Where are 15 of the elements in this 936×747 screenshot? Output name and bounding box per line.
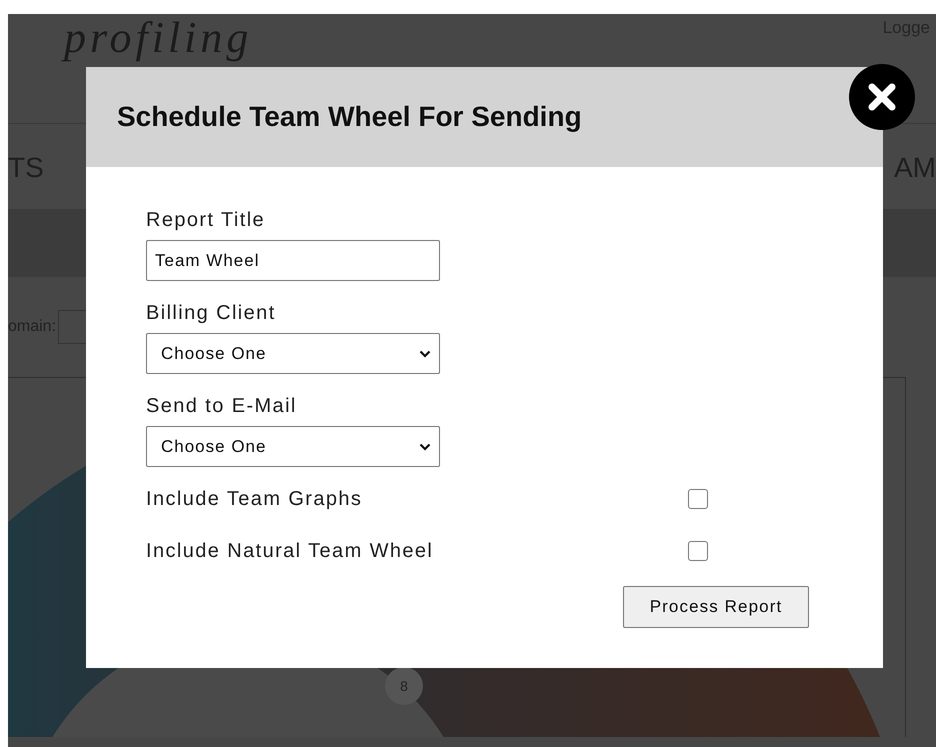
option-label: Include Natural Team Wheel: [146, 540, 434, 562]
dialog-title: Schedule Team Wheel For Sending: [117, 101, 582, 133]
field-label: Report Title: [146, 209, 266, 232]
select-field[interactable]: Choose One: [146, 426, 440, 467]
chevron-icon: [419, 350, 431, 358]
field-label: Send to E-Mail: [146, 395, 297, 418]
checkbox[interactable]: [688, 541, 708, 561]
option-label: Include Team Graphs: [146, 488, 364, 510]
field-label: Billing Client: [146, 302, 276, 325]
select-field[interactable]: Choose One: [146, 333, 440, 374]
close-icon[interactable]: [849, 64, 915, 130]
input-field[interactable]: Team Wheel: [146, 240, 440, 281]
process-report-button[interactable]: Process Report: [623, 586, 809, 628]
checkbox[interactable]: [688, 489, 708, 509]
chevron-icon: [419, 442, 431, 450]
